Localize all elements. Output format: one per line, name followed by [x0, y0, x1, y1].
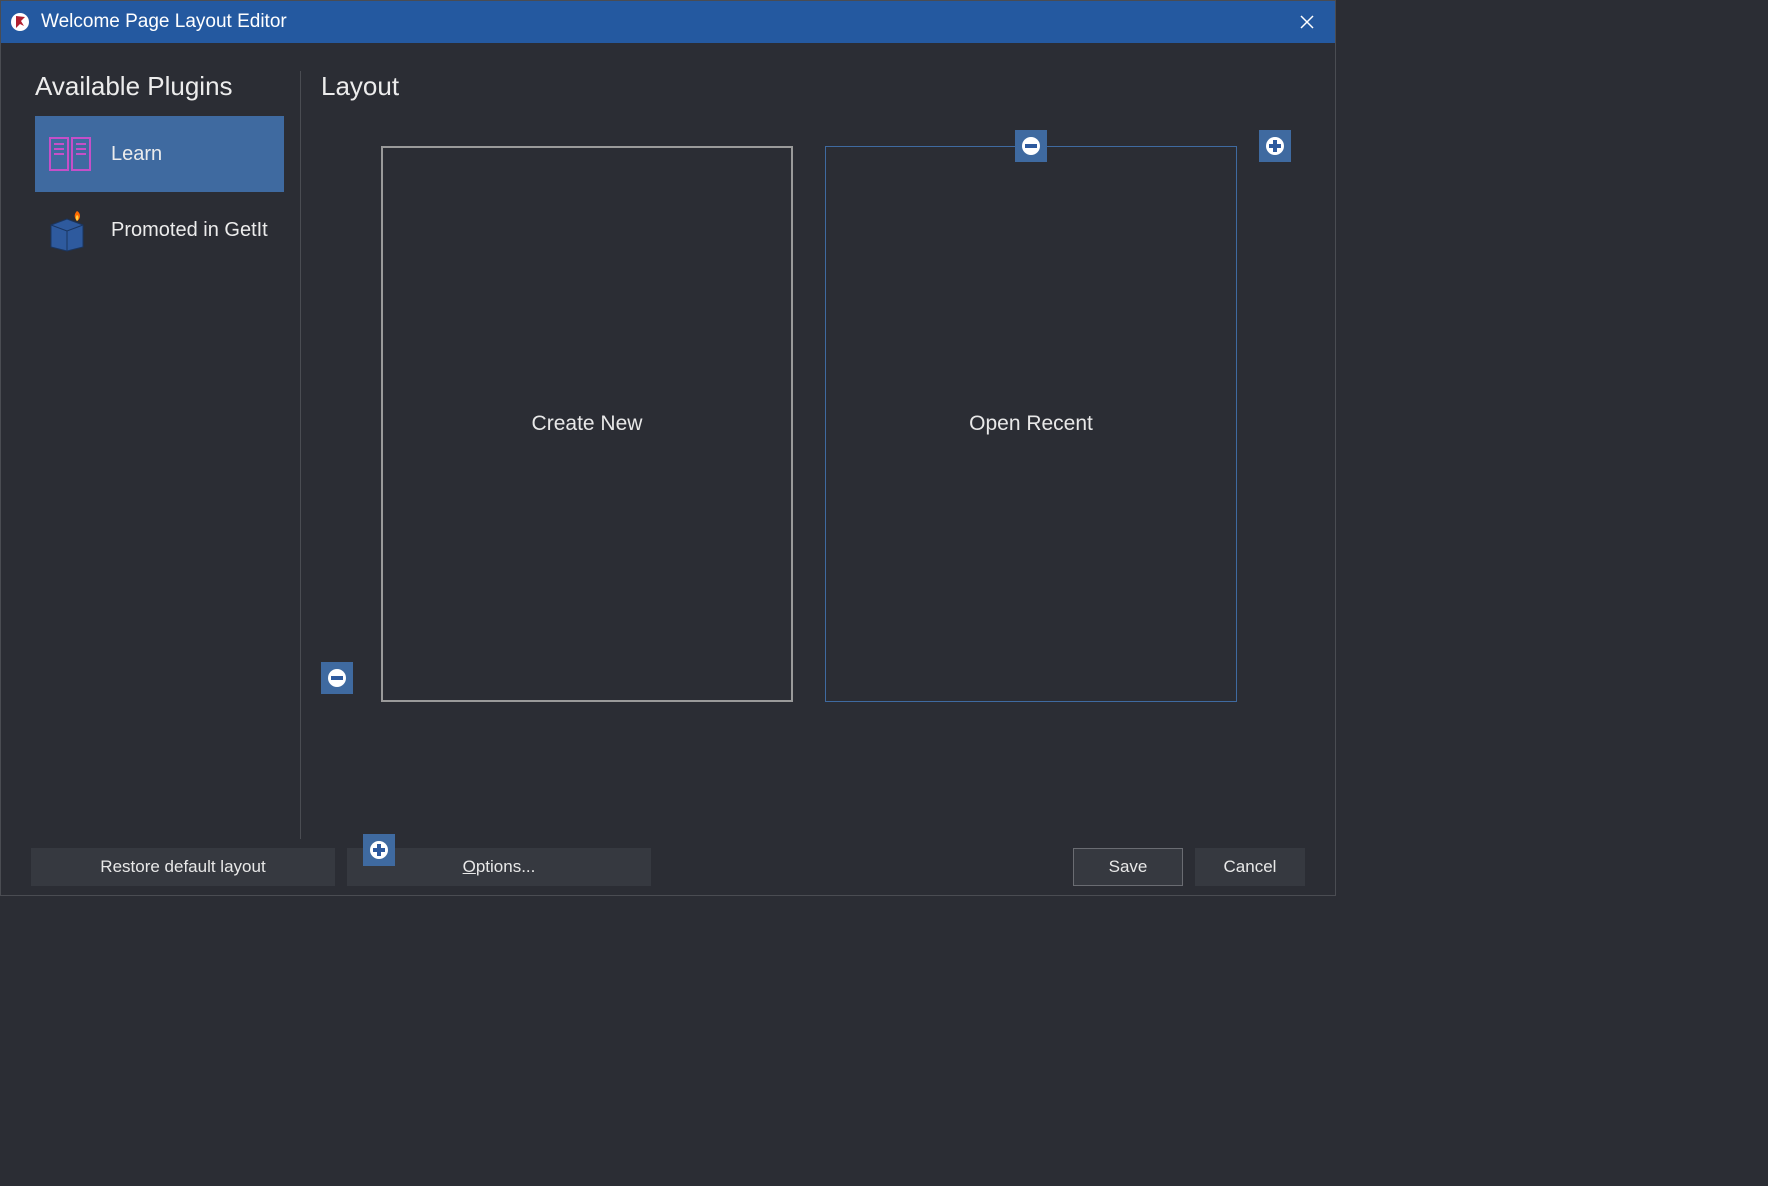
button-label: Restore default layout [100, 857, 265, 877]
remove-column-button[interactable] [1015, 130, 1047, 162]
add-row-button[interactable] [363, 834, 395, 866]
titlebar: Welcome Page Layout Editor [1, 1, 1335, 43]
button-label: Options... [463, 857, 536, 877]
available-plugins-heading: Available Plugins [35, 71, 284, 102]
restore-default-button[interactable]: Restore default layout [31, 848, 335, 886]
plugin-item-learn[interactable]: Learn [35, 116, 284, 192]
box-flame-icon [47, 207, 93, 253]
layout-panel: Layout Create [301, 71, 1335, 839]
footer: Restore default layout Options... Save C… [1, 839, 1335, 895]
tile-open-recent[interactable]: Open Recent [825, 146, 1237, 702]
plugin-item-label: Promoted in GetIt [111, 219, 268, 242]
tile-label: Open Recent [969, 412, 1093, 436]
plugin-item-label: Learn [111, 143, 162, 166]
layout-heading: Layout [321, 71, 1315, 102]
tile-create-new[interactable]: Create New [381, 146, 793, 702]
tile-label: Create New [532, 412, 643, 436]
window: Welcome Page Layout Editor Available Plu… [0, 0, 1336, 896]
save-button[interactable]: Save [1073, 848, 1183, 886]
button-label: Cancel [1224, 857, 1277, 877]
close-button[interactable] [1287, 2, 1327, 42]
app-icon [9, 11, 31, 33]
book-icon [47, 131, 93, 177]
layout-area: Create New Open Recent [321, 146, 1315, 826]
add-column-button[interactable] [1259, 130, 1291, 162]
cancel-button[interactable]: Cancel [1195, 848, 1305, 886]
window-title: Welcome Page Layout Editor [41, 11, 1287, 33]
layout-tiles-row: Create New Open Recent [381, 146, 1315, 706]
button-label: Save [1109, 857, 1148, 877]
content-area: Available Plugins Learn [1, 43, 1335, 839]
remove-row-button[interactable] [321, 662, 353, 694]
plugin-item-promoted-getit[interactable]: Promoted in GetIt [35, 192, 284, 268]
available-plugins-panel: Available Plugins Learn [1, 71, 301, 839]
